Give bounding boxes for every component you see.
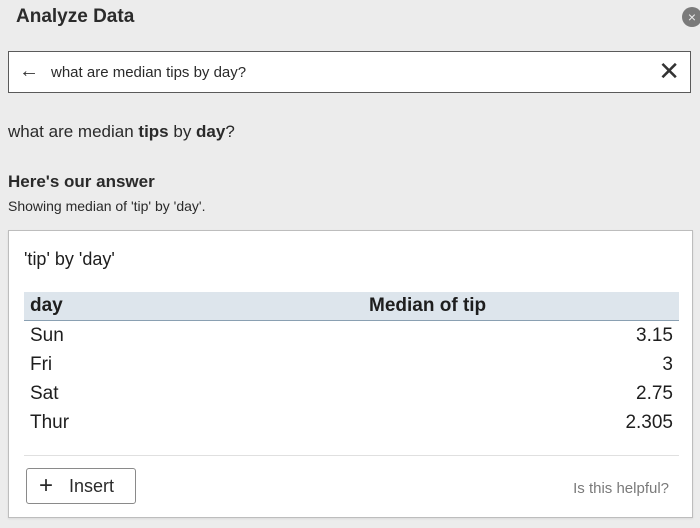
pane-title: Analyze Data bbox=[16, 6, 135, 27]
search-query[interactable]: what are median tips by day? bbox=[51, 64, 246, 81]
close-pane-icon[interactable]: × bbox=[682, 7, 700, 27]
answer-subtitle: Showing median of 'tip' by 'day'. bbox=[8, 198, 206, 214]
card-divider bbox=[24, 455, 679, 456]
cell-median-tip: 2.305 bbox=[625, 411, 673, 433]
table-row: Sun 3.15 bbox=[24, 321, 679, 351]
insert-label: Insert bbox=[69, 476, 115, 496]
table-header-row: day Median of tip bbox=[24, 292, 679, 321]
back-arrow-icon[interactable]: ← bbox=[19, 60, 39, 82]
question-part-3: ? bbox=[225, 122, 235, 141]
column-header-day: day bbox=[24, 292, 256, 321]
question-part-2: by bbox=[168, 122, 197, 141]
cell-median-tip: 3.15 bbox=[636, 324, 673, 346]
search-box[interactable]: ← what are median tips by day? ✕ bbox=[8, 51, 691, 93]
cell-day: Thur bbox=[30, 411, 70, 433]
cell-day: Sat bbox=[30, 382, 59, 404]
card-title: 'tip' by 'day' bbox=[24, 249, 115, 269]
question-field-day: day bbox=[196, 122, 226, 141]
question-part-1: what are median bbox=[8, 122, 139, 141]
answer-heading: Here's our answer bbox=[8, 172, 155, 191]
cell-median-tip: 2.75 bbox=[636, 382, 673, 404]
table-row: Sat 2.75 bbox=[24, 379, 679, 408]
column-header-median-tip: Median of tip bbox=[256, 292, 679, 321]
insert-button[interactable]: + Insert bbox=[26, 468, 136, 504]
answer-card: 'tip' by 'day' day Median of tip Sun 3.1… bbox=[8, 230, 693, 518]
cell-day: Sun bbox=[30, 324, 64, 346]
helpful-feedback-link[interactable]: Is this helpful? bbox=[573, 480, 669, 497]
plus-icon: + bbox=[39, 472, 54, 499]
clear-search-icon[interactable]: ✕ bbox=[658, 57, 680, 85]
cell-median-tip: 3 bbox=[662, 353, 673, 375]
table-row: Fri 3 bbox=[24, 350, 679, 379]
question-field-tips: tips bbox=[138, 122, 169, 141]
question-text: what are median tips by day? bbox=[8, 122, 235, 142]
table-row: Thur 2.305 bbox=[24, 408, 679, 437]
cell-day: Fri bbox=[30, 353, 53, 375]
result-table: day Median of tip Sun 3.15 Fri 3 Sat 2.7… bbox=[24, 292, 679, 437]
